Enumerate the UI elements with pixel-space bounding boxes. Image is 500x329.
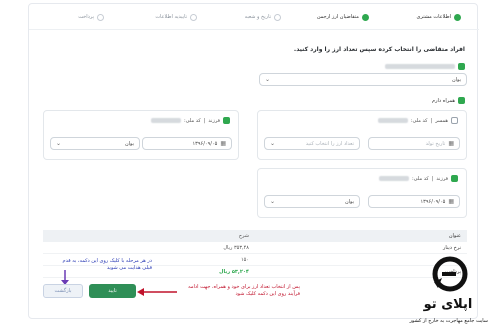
companion-card-checkbox[interactable] bbox=[451, 175, 458, 182]
step-confirm-info[interactable]: تاییدیه اطلاعات bbox=[155, 12, 197, 22]
question-title: افراد متقاضی را انتخاب کرده سپس تعداد ار… bbox=[293, 46, 465, 53]
confirm-button[interactable]: تایید bbox=[89, 284, 136, 298]
chevron-down-icon: ⌄ bbox=[270, 140, 276, 147]
column-header: شرح bbox=[238, 233, 249, 239]
birth-date-field[interactable]: ▦ ۱۳۹۶/۰۹/۰۵ bbox=[142, 137, 232, 150]
applicant-currency-select[interactable]: یوان ⌄ bbox=[259, 73, 467, 86]
companion-currency-select[interactable]: یوان ⌄ bbox=[264, 195, 360, 208]
step-applicants[interactable]: متقاضیان ارز ارجمن bbox=[317, 12, 369, 22]
calendar-icon: ▦ bbox=[448, 140, 454, 147]
step-customer-info[interactable]: اطلاعات مشتری bbox=[417, 12, 461, 22]
table-header: عنوان شرح bbox=[43, 230, 467, 242]
step-done-icon bbox=[362, 13, 369, 21]
national-id-label: کد ملی: bbox=[410, 117, 428, 124]
birth-date-field[interactable]: ▦ تاریخ تولد bbox=[368, 137, 460, 150]
calendar-icon: ▦ bbox=[220, 140, 226, 147]
column-header: عنوان bbox=[448, 233, 461, 239]
logo-name: اپلای تو bbox=[423, 297, 473, 312]
step-pending-icon bbox=[97, 13, 104, 21]
select-value: یوان bbox=[124, 140, 134, 147]
companion-currency-select[interactable]: تعداد ارز را انتخاب کنید ⌄ bbox=[264, 137, 360, 150]
step-label: تاییدیه اطلاعات bbox=[155, 14, 187, 20]
relation-label: همسر bbox=[435, 117, 448, 124]
separator: | bbox=[430, 117, 433, 124]
step-label: تاریخ و شعبه bbox=[244, 14, 271, 20]
national-id-label: کد ملی: bbox=[183, 117, 201, 124]
companion-card-header: فرزند | کد ملی: bbox=[378, 175, 458, 182]
table-cell: ۳۵۳,۴۸ ریال bbox=[223, 244, 249, 251]
companion-card-header: همسر | کد ملی: bbox=[377, 117, 458, 124]
companion-toggle-row[interactable]: همراه دارم bbox=[432, 97, 465, 104]
separator: | bbox=[431, 175, 434, 182]
national-id-redacted bbox=[378, 176, 409, 181]
step-done-icon bbox=[454, 13, 461, 21]
companion-card-header: فرزند | کد ملی: bbox=[150, 117, 230, 124]
companion-card: فرزند | کد ملی: ▦ ۱۳۹۶/۰۹/۰۵ یوان ⌄ bbox=[257, 168, 467, 218]
step-pending-icon bbox=[274, 13, 281, 21]
step-label: اطلاعات مشتری bbox=[416, 14, 451, 20]
companion-card-checkbox[interactable] bbox=[451, 117, 458, 124]
birth-date-value: ۱۳۹۶/۰۹/۰۵ bbox=[420, 198, 446, 205]
step-label: متقاضیان ارز ارجمن bbox=[316, 14, 359, 20]
birth-date-field[interactable]: ▦ ۱۳۹۶/۰۹/۰۵ bbox=[368, 195, 460, 208]
companion-label: همراه دارم bbox=[431, 97, 455, 104]
table-row: نرخ دینار ۳۵۳,۴۸ ریال bbox=[43, 242, 467, 254]
birth-date-value: ۱۳۹۶/۰۹/۰۵ bbox=[192, 140, 218, 147]
select-value: یوان bbox=[451, 76, 461, 83]
companion-checkbox[interactable] bbox=[458, 97, 465, 104]
red-arrow-icon bbox=[137, 288, 177, 296]
national-id-redacted bbox=[377, 118, 408, 123]
applicant-row bbox=[385, 63, 465, 70]
companion-card: فرزند | کد ملی: ▦ ۱۳۹۶/۰۹/۰۵ یوان ⌄ bbox=[43, 110, 239, 160]
applicant-checkbox[interactable] bbox=[458, 63, 465, 70]
relation-label: فرزند bbox=[208, 117, 220, 124]
select-placeholder: تعداد ارز را انتخاب کنید bbox=[305, 140, 354, 147]
applicant-name-redacted bbox=[385, 64, 455, 69]
step-label: پرداخت bbox=[78, 14, 94, 20]
relation-label: فرزند bbox=[436, 175, 448, 182]
chevron-down-icon: ⌄ bbox=[56, 140, 62, 147]
step-payment[interactable]: پرداخت bbox=[78, 12, 104, 22]
applyto-logo: اپلای تو bbox=[423, 256, 473, 312]
back-button[interactable]: بازگشت bbox=[43, 284, 83, 298]
chevron-down-icon: ⌄ bbox=[270, 198, 276, 205]
confirm-button-note: پس از انتخاب تعداد ارز برای خود و همراه،… bbox=[188, 284, 300, 297]
logo-tagline: سایت جامع مهاجرت به خارج از کشور bbox=[409, 318, 488, 324]
separator: | bbox=[203, 117, 206, 124]
companion-card-checkbox[interactable] bbox=[223, 117, 230, 124]
step-date-branch[interactable]: تاریخ و شعبه bbox=[245, 12, 281, 22]
step-pending-icon bbox=[190, 13, 197, 21]
national-id-label: کد ملی: bbox=[411, 175, 429, 182]
companion-currency-select[interactable]: یوان ⌄ bbox=[50, 137, 140, 150]
stepper: اطلاعات مشتری متقاضیان ارز ارجمن تاریخ و… bbox=[29, 4, 479, 30]
birth-date-placeholder: تاریخ تولد bbox=[425, 140, 446, 147]
national-id-redacted bbox=[150, 118, 181, 123]
chevron-down-icon: ⌄ bbox=[265, 76, 271, 83]
table-cell: نرخ دینار bbox=[442, 244, 461, 251]
select-value: یوان bbox=[344, 198, 354, 205]
companion-card: همسر | کد ملی: ▦ تاریخ تولد تعداد ارز را… bbox=[257, 110, 467, 160]
calendar-icon: ▦ bbox=[448, 198, 454, 205]
